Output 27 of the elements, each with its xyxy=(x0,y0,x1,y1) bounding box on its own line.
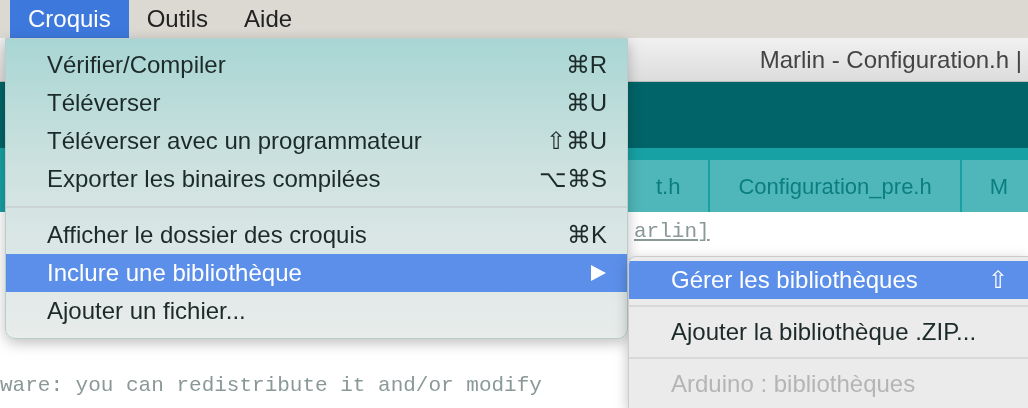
menu-item-label: Inclure une bibliothèque xyxy=(47,258,302,288)
shortcut-label: ⇧⌘U xyxy=(545,126,607,156)
shortcut-label: ⇧ xyxy=(988,265,1008,295)
shortcut-label: ⌘R xyxy=(565,50,607,80)
menu-item-label: Téléverser avec un programmateur xyxy=(47,126,422,156)
menu-item[interactable]: Vérifier/Compiler ⌘R xyxy=(6,46,627,84)
menu-item-label: Vérifier/Compiler xyxy=(47,50,226,80)
code-line: ware: you can redistribute it and/or modify xyxy=(0,374,542,397)
window-title: Marlin - Configuration.h | xyxy=(759,44,1022,75)
menu-bar-item[interactable]: Aide xyxy=(226,0,311,38)
menu-item-label: Afficher le dossier des croquis xyxy=(47,220,367,250)
menu-item[interactable]: Téléverser avec un programmateur ⇧⌘U xyxy=(6,122,627,160)
menu-item[interactable]: Afficher le dossier des croquis ⌘K xyxy=(6,216,627,254)
menu-item-label: Ajouter la bibliothèque .ZIP... xyxy=(671,317,977,347)
menu-item-label: Ajouter un fichier... xyxy=(47,296,246,326)
menu-bar-item[interactable]: Croquis xyxy=(10,0,129,38)
shortcut-label: ⌘U xyxy=(565,88,607,118)
shortcut-label: ⌘K xyxy=(567,220,607,250)
menu-bar-item[interactable]: Outils xyxy=(128,0,227,38)
menu-item-label: Exporter les binaires compilées xyxy=(47,164,381,194)
menu-item[interactable]: Ajouter la bibliothèque .ZIP... xyxy=(629,313,1028,351)
menu-item[interactable]: Ajouter un fichier... xyxy=(6,292,627,330)
menu-item-label: Téléverser xyxy=(47,88,161,118)
menu-item-label: Gérer les bibliothèques xyxy=(671,265,918,295)
menu-item[interactable]: Exporter les binaires compilées ⌥⌘S xyxy=(6,160,627,198)
menu-item[interactable]: Téléverser ⌘U xyxy=(6,84,627,122)
shortcut-label: ⌥⌘S xyxy=(539,164,607,194)
